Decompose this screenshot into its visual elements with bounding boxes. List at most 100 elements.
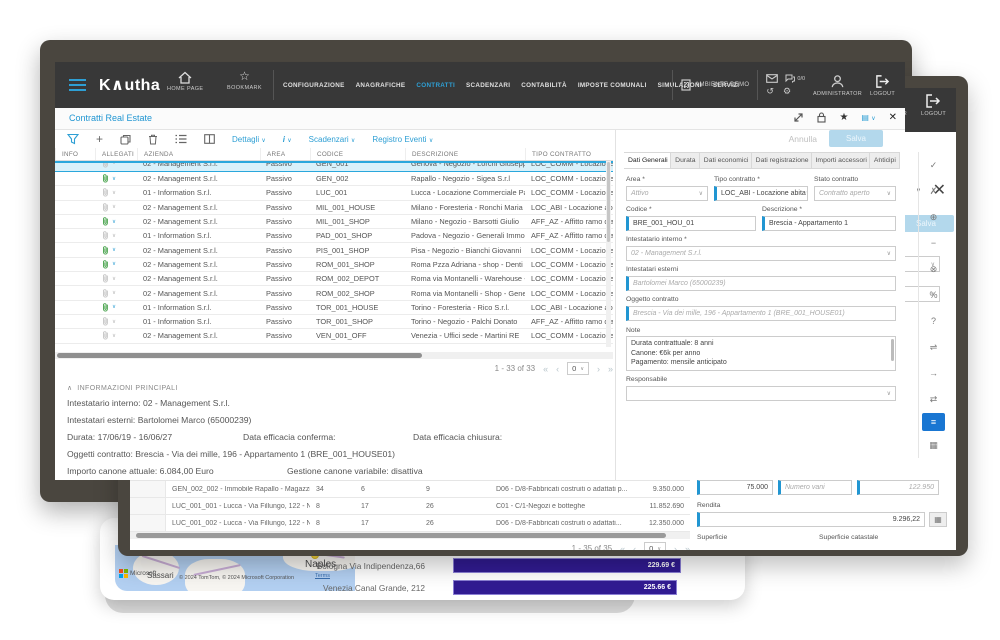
nav-item[interactable]: CONTABILITÀ [521, 82, 567, 89]
chevron-down-icon[interactable]: ∨ [112, 190, 116, 196]
side-toolbar-icon[interactable]: ✓ [919, 152, 948, 178]
table-row[interactable]: ∨ 02 - Management S.r.l. Passivo MIL_001… [55, 215, 613, 229]
side-toolbar-icon[interactable]: ✗ [919, 178, 948, 204]
detail-tab[interactable]: Anticipi [870, 152, 900, 169]
first-page-icon[interactable]: « [620, 544, 625, 551]
chevron-down-icon[interactable]: ∨ [112, 304, 116, 310]
valore-field[interactable]: 75.000 [697, 480, 773, 495]
side-toolbar-icon[interactable]: ? [919, 308, 948, 334]
area-select[interactable]: Attivo∨ [626, 186, 708, 201]
row-handle[interactable] [130, 481, 166, 497]
prev-page-icon[interactable]: ‹ [633, 544, 636, 551]
column-header-descrizione[interactable]: DESCRIZIONE [405, 148, 525, 160]
table-row[interactable]: ∨ 02 - Management S.r.l. Passivo MIL_001… [55, 201, 613, 215]
table-row[interactable]: ∨ 02 - Management S.r.l. Passivo GEN_001… [55, 161, 613, 172]
detail-tab[interactable]: Dati economici [700, 152, 752, 169]
table-row[interactable]: ∨ 01 - Information S.r.l. Passivo TOR_00… [55, 301, 613, 315]
stato-contratto-select[interactable]: Contratto aperto∨ [814, 186, 896, 201]
chevron-down-icon[interactable]: ∨ [112, 233, 116, 239]
rent-bar-row[interactable]: Bologna Via Indipendenza,66 229.69 € [270, 558, 681, 573]
paperclip-icon[interactable] [101, 273, 110, 284]
info-section-header[interactable]: ∧ INFORMAZIONI PRINCIPALI [67, 384, 178, 392]
oggetto-contratto-field[interactable]: Brescia - Via dei mille, 196 - Appartame… [626, 306, 896, 321]
intestatario-interno-select[interactable]: 02 - Management S.r.l.∨ [626, 246, 896, 261]
table-row[interactable]: ∨ 02 - Management S.r.l. Passivo GEN_002… [55, 172, 613, 186]
chevron-down-icon[interactable]: ∨ [112, 247, 116, 253]
chevron-down-icon[interactable]: ∨ [112, 161, 116, 166]
column-header-info[interactable]: INFO [55, 148, 95, 160]
responsabile-select[interactable]: ∨ [626, 386, 896, 401]
mail-icon[interactable] [766, 74, 778, 83]
nav-item[interactable]: ANAGRAFICHE [356, 82, 406, 89]
side-toolbar-icon[interactable]: ≡ [922, 413, 945, 431]
paperclip-icon[interactable] [101, 230, 110, 241]
next-page-icon[interactable]: › [597, 364, 600, 374]
lock-icon[interactable] [817, 112, 826, 123]
side-toolbar-icon[interactable]: ⇌ [919, 334, 948, 360]
list-view-icon[interactable] [175, 134, 187, 144]
table-row[interactable]: ∨ 02 - Management S.r.l. Passivo VEN_001… [55, 329, 613, 343]
home-page-button[interactable]: HOME PAGE [167, 71, 204, 92]
registro-eventi-menu[interactable]: Registro Eventi ∨ [372, 135, 433, 144]
horizontal-scrollbar[interactable] [130, 532, 690, 539]
last-page-icon[interactable]: » [685, 544, 690, 551]
paperclip-icon[interactable] [101, 288, 110, 299]
breadcrumb[interactable]: Contratti Real Estate [69, 113, 152, 123]
tabs-next-icon[interactable]: › [888, 156, 890, 163]
last-page-icon[interactable]: » [608, 364, 613, 374]
gear-icon[interactable]: ⚙ [783, 86, 791, 96]
expand-icon[interactable] [793, 112, 804, 123]
cancel-button[interactable]: Annulla [789, 134, 817, 144]
chevron-down-icon[interactable]: ∨ [112, 219, 116, 225]
scadenzari-menu[interactable]: Scadenzari ∨ [309, 135, 356, 144]
column-header-area[interactable]: AREA [260, 148, 310, 160]
page-select[interactable]: 0∨ [644, 542, 666, 550]
copy-icon[interactable] [120, 134, 131, 145]
detail-tab[interactable]: Durata [671, 152, 700, 169]
rent-bar-row[interactable]: Venezia Canal Grande, 212 225.66 € [270, 580, 677, 595]
row-handle[interactable] [130, 515, 166, 531]
chevron-down-icon[interactable]: ∨ [112, 290, 116, 296]
tipo-contratto-select[interactable]: LOC_ABI - Locazione abita∨ [714, 186, 808, 201]
intestatari-esterni-field[interactable]: Bartolomei Marco (65000239) [626, 276, 896, 291]
columns-icon[interactable] [204, 134, 215, 144]
column-header-codice[interactable]: CODICE [310, 148, 405, 160]
close-icon[interactable]: ✕ [889, 112, 897, 123]
note-textarea[interactable]: Durata contrattuale: 8 anni Canone: €6k … [626, 336, 896, 371]
dettagli-menu[interactable]: Dettagli ∨ [232, 135, 266, 144]
side-toolbar-icon[interactable]: ▦ [919, 432, 948, 458]
filter-icon[interactable] [67, 133, 79, 145]
column-header-allegati[interactable]: ALLEGATI [95, 148, 137, 160]
paperclip-icon[interactable] [101, 259, 110, 270]
descrizione-field[interactable]: Brescia - Appartamento 1 [762, 216, 896, 231]
bookmark-button[interactable]: ☆ BOOKMARK [227, 70, 262, 91]
detail-tab[interactable]: Dati Generali [624, 152, 671, 169]
detail-tab[interactable]: Importi accessori [812, 152, 870, 169]
side-toolbar-icon[interactable]: ⊗ [919, 256, 948, 282]
rendita-field[interactable]: 9.296,22 [697, 512, 925, 527]
next-page-icon[interactable]: › [674, 544, 677, 551]
nav-item[interactable]: SCADENZARI [466, 82, 510, 89]
numero-vani-field[interactable]: Numero vani [778, 480, 852, 495]
vertical-scrollbar[interactable] [606, 161, 611, 347]
codice-field[interactable]: BRE_001_HOU_01 [626, 216, 756, 231]
table-row[interactable]: ∨ 02 - Management S.r.l. Passivo PIS_001… [55, 243, 613, 257]
side-toolbar-icon[interactable]: ⊕ [919, 204, 948, 230]
table-row[interactable]: LUC_001_002 - Lucca - Via Fillungo, 122 … [130, 515, 690, 532]
info-menu[interactable]: i ∨ [283, 135, 292, 144]
user-menu[interactable]: ADMINISTRATOR [813, 74, 862, 97]
paperclip-icon[interactable] [101, 173, 110, 184]
column-header-azienda[interactable]: AZIENDA [137, 148, 260, 160]
table-row[interactable]: ∨ 02 - Management S.r.l. Passivo ROM_002… [55, 286, 613, 300]
collapse-icon[interactable]: ∧ [67, 385, 73, 392]
hamburger-menu-icon[interactable] [69, 79, 86, 91]
side-toolbar-icon[interactable]: − [919, 230, 948, 256]
paperclip-icon[interactable] [101, 216, 110, 227]
chevron-down-icon[interactable]: ∨ [112, 261, 116, 267]
chevron-down-icon[interactable]: ∨ [112, 176, 116, 182]
chevron-down-icon[interactable]: ∨ [112, 319, 116, 325]
column-header-tipo-contratto[interactable]: TIPO CONTRATTO [525, 148, 613, 160]
paperclip-icon[interactable] [101, 202, 110, 213]
table-row[interactable]: ∨ 01 - Information S.r.l. Passivo PAD_00… [55, 229, 613, 243]
layout-icon[interactable]: ▤ ∨ [861, 113, 875, 122]
